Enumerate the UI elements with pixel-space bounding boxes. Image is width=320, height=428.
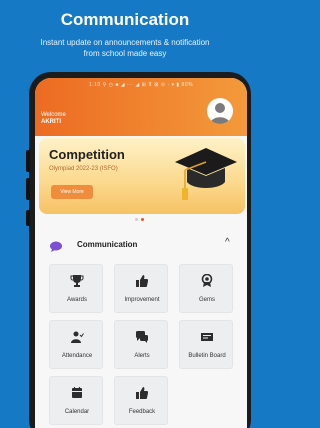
person-icon: [50, 330, 104, 344]
tile-label: Improvement: [124, 297, 160, 303]
view-more-button[interactable]: View More: [51, 185, 93, 199]
tile-attendance[interactable]: Attendance: [49, 320, 103, 369]
tile-feedback[interactable]: Feedback: [114, 376, 168, 425]
collapse-chevron-icon[interactable]: ^: [225, 237, 230, 248]
tile-alerts[interactable]: Alerts: [114, 320, 168, 369]
tile-awards[interactable]: Awards: [49, 264, 103, 313]
calendar-icon: [50, 386, 104, 400]
promo-subtitle-line2: from school made easy: [83, 49, 167, 58]
app-header: 1:10 ⚲ ◷ ■ ◢ ··· ◢ ⊞ ⊼ ⊠ ⊙ · ▾ ▮ 80% Wel…: [35, 78, 247, 136]
graduation-cap-icon: [173, 142, 239, 211]
promo-subtitle: Instant update on announcements & notifi…: [0, 37, 250, 59]
tile-improvement[interactable]: Improvement: [114, 264, 168, 313]
phone-side-button: [26, 210, 30, 226]
board-icon: [180, 330, 234, 344]
username: AKRITI: [41, 119, 61, 125]
tile-label: Feedback: [128, 409, 156, 415]
tile-gems[interactable]: Gems: [179, 264, 233, 313]
tile-label: Alerts: [134, 353, 150, 359]
thumbs-up-icon: [115, 386, 169, 400]
medal-icon: [180, 273, 234, 288]
tile-label: Bulletin Board: [188, 353, 226, 359]
tile-label: Calendar: [64, 409, 90, 415]
competition-banner[interactable]: Competition Olympiad 2022-23 (ISFO) View…: [39, 138, 245, 214]
tile-bulletin-board[interactable]: Bulletin Board: [179, 320, 233, 369]
chat-icon: [115, 330, 169, 344]
tile-calendar[interactable]: Calendar: [49, 376, 103, 425]
phone-side-button: [26, 150, 30, 172]
section-title: Communication: [77, 240, 138, 249]
welcome-label: Welcome: [41, 112, 66, 118]
tile-label: Awards: [67, 297, 87, 303]
phone-screen: 1:10 ⚲ ◷ ■ ◢ ··· ◢ ⊞ ⊼ ⊠ ⊙ · ▾ ▮ 80% Wel…: [35, 78, 247, 428]
chat-bubble-icon: [49, 239, 63, 257]
banner-subtitle: Olympiad 2022-23 (ISFO): [49, 166, 118, 172]
carousel-dot-active[interactable]: [141, 218, 144, 221]
tile-label: Gems: [198, 297, 215, 303]
banner-title: Competition: [49, 147, 125, 162]
tile-label: Attendance: [61, 353, 93, 359]
trophy-icon: [50, 274, 104, 288]
carousel-dots: [131, 218, 151, 221]
promo-subtitle-line1: Instant update on announcements & notifi…: [40, 38, 210, 47]
phone-side-button: [26, 178, 30, 200]
thumbs-up-icon: [115, 274, 169, 288]
user-avatar-icon[interactable]: [207, 98, 233, 124]
status-bar: 1:10 ⚲ ◷ ■ ◢ ··· ◢ ⊞ ⊼ ⊠ ⊙ · ▾ ▮ 80%: [88, 82, 194, 88]
communication-section-header[interactable]: Communication ^: [49, 237, 239, 252]
carousel-dot[interactable]: [135, 218, 138, 221]
promo-title: Communication: [60, 10, 190, 29]
